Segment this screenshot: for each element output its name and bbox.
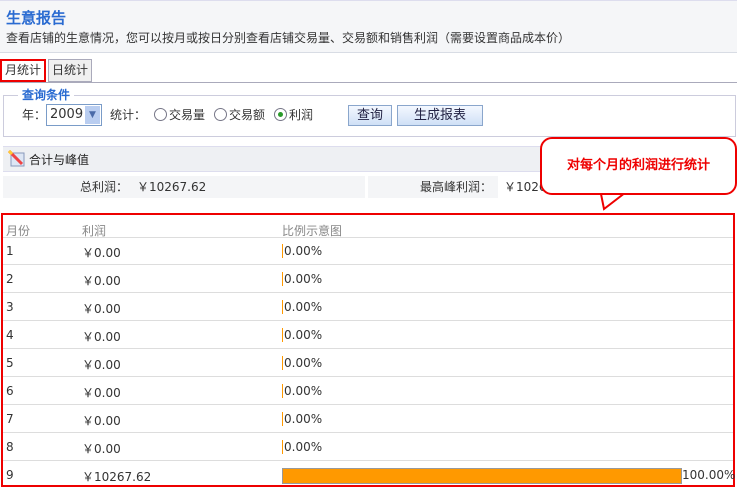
percent-cell: 0.00% [284, 328, 323, 342]
year-select[interactable]: 2009 ▼ [46, 104, 102, 126]
total-profit-label: 总利润： [80, 180, 129, 194]
month-cell: 9 [6, 468, 14, 482]
profit-cell: ￥0.00 [82, 302, 121, 316]
table-row: 9 ￥10267.62 100.00% [3, 461, 736, 488]
table-row: 7 ￥0.00 0.00% [3, 405, 733, 433]
radio-icon [214, 108, 227, 121]
profit-cell: ￥0.00 [82, 274, 121, 288]
generate-report-button[interactable]: 生成报表 [397, 105, 483, 126]
table-row: 1 ￥0.00 0.00% [3, 237, 733, 265]
table-row: 6 ￥0.00 0.00% [3, 377, 733, 405]
radio-label: 交易额 [229, 108, 266, 122]
ratio-bar [282, 356, 283, 370]
monthly-profit-table: 月份 利润 比例示意图 1 ￥0.00 0.00% 2 ￥0.00 0.00% 3 … [1, 213, 735, 487]
percent-cell: 0.00% [284, 412, 323, 426]
month-cell: 3 [6, 300, 14, 314]
total-profit-value: ￥10267.62 [137, 180, 207, 194]
profit-cell: ￥10267.62 [82, 470, 152, 484]
ratio-bar [282, 244, 283, 258]
tab-bar: 月统计 日统计 [0, 59, 737, 83]
ratio-bar [282, 328, 283, 342]
chart-pencil-icon [8, 150, 25, 167]
ratio-bar [282, 384, 283, 398]
radio-profit[interactable]: 利润 [274, 105, 313, 125]
table-row: 8 ￥0.00 0.00% [3, 433, 733, 461]
ratio-bar [282, 468, 682, 484]
page-header: 生意报告 查看店铺的生意情况，您可以按月或按日分别查看店铺交易量、交易额和销售利… [0, 0, 737, 53]
month-cell: 8 [6, 440, 14, 454]
percent-cell: 0.00% [284, 244, 323, 258]
profit-cell: ￥0.00 [82, 442, 121, 456]
annotation-callout: 对每个月的利润进行统计 [540, 137, 737, 195]
chevron-down-icon: ▼ [85, 106, 100, 124]
table-row: 5 ￥0.00 0.00% [3, 349, 733, 377]
year-value: 2009 [50, 107, 84, 122]
radio-amount[interactable]: 交易额 [214, 105, 265, 125]
percent-cell: 0.00% [284, 384, 323, 398]
month-cell: 6 [6, 384, 14, 398]
peak-profit-label: 最高峰利润： [420, 180, 493, 194]
month-cell: 1 [6, 244, 14, 258]
ratio-bar [282, 412, 283, 426]
ratio-bar [282, 300, 283, 314]
percent-cell: 0.00% [284, 440, 323, 454]
table-row: 3 ￥0.00 0.00% [3, 293, 733, 321]
profit-cell: ￥0.00 [82, 358, 121, 372]
percent-cell: 0.00% [284, 272, 323, 286]
summary-title: 合计与峰值 [29, 153, 90, 167]
ratio-bar [282, 272, 283, 286]
percent-cell: 0.00% [284, 300, 323, 314]
radio-icon [154, 108, 167, 121]
tab-monthly[interactable]: 月统计 [0, 59, 47, 82]
profit-cell: ￥0.00 [82, 414, 121, 428]
profit-cell: ￥0.00 [82, 246, 121, 260]
radio-label: 利润 [289, 108, 314, 122]
radio-label: 交易量 [169, 108, 206, 122]
year-label: 年： [22, 108, 47, 122]
month-cell: 4 [6, 328, 14, 342]
radio-selected-icon [274, 108, 287, 121]
month-cell: 5 [6, 356, 14, 370]
profit-cell: ￥0.00 [82, 386, 121, 400]
query-legend: 查询条件 [18, 86, 75, 103]
page-subtitle: 查看店铺的生意情况，您可以按月或按日分别查看店铺交易量、交易额和销售利润（需要设… [6, 31, 571, 45]
month-cell: 7 [6, 412, 14, 426]
month-cell: 2 [6, 272, 14, 286]
search-button[interactable]: 查询 [348, 105, 392, 126]
table-header: 月份 利润 比例示意图 [3, 215, 733, 238]
tab-daily[interactable]: 日统计 [48, 59, 93, 82]
percent-cell: 100.00% [682, 468, 736, 482]
table-row: 2 ￥0.00 0.00% [3, 265, 733, 293]
stat-label: 统计： [110, 108, 147, 122]
radio-volume[interactable]: 交易量 [154, 105, 205, 125]
table-row: 4 ￥0.00 0.00% [3, 321, 733, 349]
percent-cell: 0.00% [284, 356, 323, 370]
page-title: 生意报告 [6, 9, 67, 27]
ratio-bar [282, 440, 283, 454]
profit-cell: ￥0.00 [82, 330, 121, 344]
